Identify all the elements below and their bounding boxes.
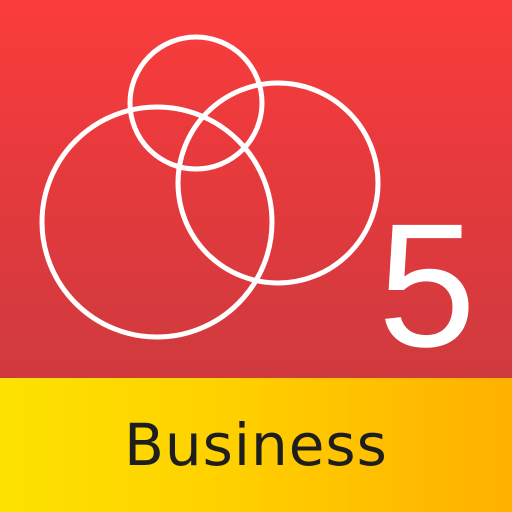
right-circle: [175, 80, 381, 286]
icon-bottom-panel: Business: [0, 378, 512, 512]
version-number: 5: [378, 188, 476, 384]
edition-label: Business: [124, 411, 388, 479]
small-circle: [127, 34, 265, 172]
large-circle: [39, 104, 275, 340]
app-icon: 5 Business: [0, 0, 512, 512]
icon-top-panel: 5: [0, 0, 512, 378]
